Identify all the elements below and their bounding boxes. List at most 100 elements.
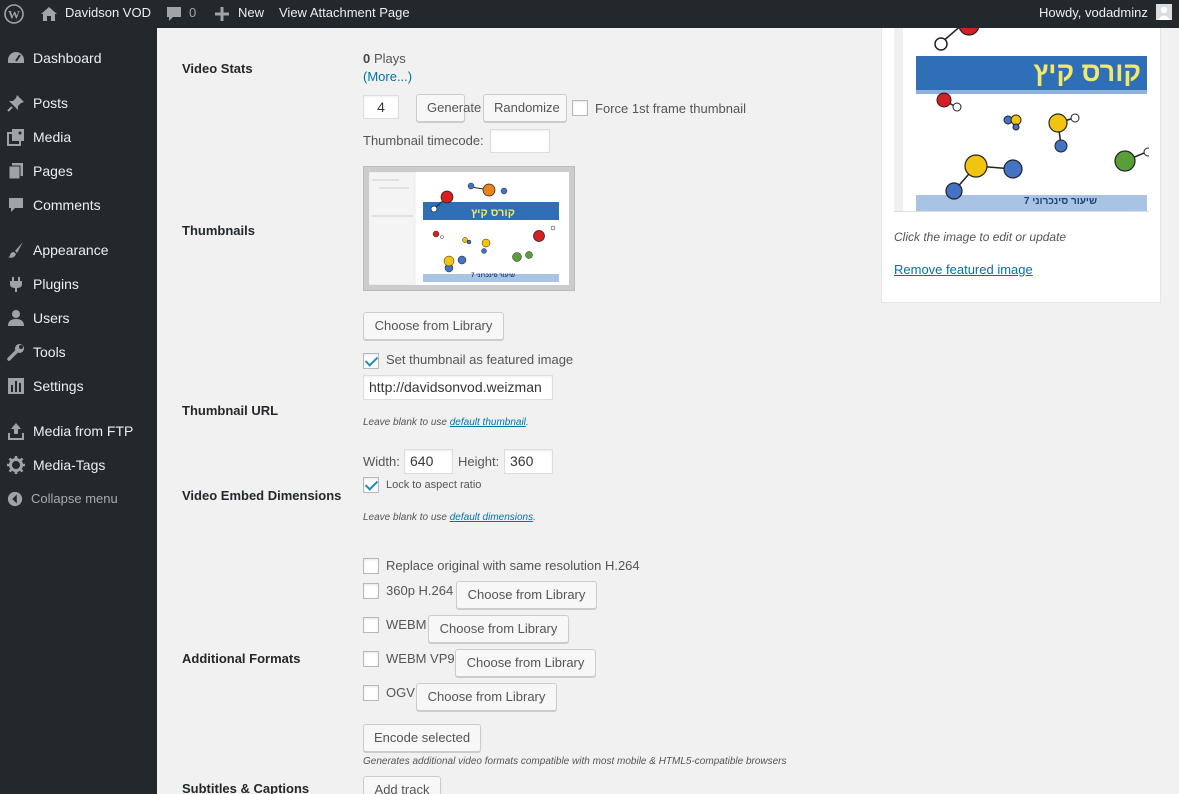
wordpress-logo-icon[interactable]: W: [4, 0, 24, 28]
subtitles-label: Subtitles & Captions: [182, 781, 310, 794]
add-track-button[interactable]: Add track: [363, 776, 441, 794]
encode-selected-button[interactable]: Encode selected: [363, 724, 481, 752]
set-featured-label: Set thumbnail as featured image: [386, 352, 574, 367]
featured-image[interactable]: קורס קיץ שיעור סינכרוני 7: [894, 28, 1149, 212]
admin-sidebar: Dashboard Posts Media Pages Comments App…: [0, 28, 157, 794]
sidebar-item-appearance[interactable]: Appearance: [0, 233, 157, 267]
new-content-link[interactable]: New: [238, 0, 264, 28]
thumbnail-url-hint-prefix: Leave blank to use: [363, 417, 450, 428]
featured-image-hint: Click the image to edit or update: [894, 230, 1067, 244]
choose-webm-vp9-button[interactable]: Choose from Library: [455, 649, 596, 677]
force-first-frame-label: Force 1st frame thumbnail: [595, 101, 747, 116]
sidebar-item-dashboard[interactable]: Dashboard: [0, 41, 157, 75]
thumbnail-timecode-label: Thumbnail timecode:: [363, 133, 484, 148]
comments-icon: [9, 198, 23, 212]
featured-footer-text: שיעור סינכרוני 7: [1023, 196, 1097, 207]
settings-icon: [8, 378, 24, 394]
users-icon: [8, 310, 24, 326]
sidebar-item-tools[interactable]: Tools: [0, 335, 157, 369]
media-icon: [7, 129, 24, 146]
collapse-arrow-icon: [7, 491, 23, 507]
height-input[interactable]: 360: [504, 449, 553, 474]
comments-icon[interactable]: [165, 0, 183, 28]
plays-label: Plays: [374, 51, 406, 66]
replace-original-checkbox[interactable]: [363, 558, 379, 574]
collapse-menu-button[interactable]: Collapse menu: [0, 482, 157, 516]
choose-360p-button[interactable]: Choose from Library: [456, 581, 597, 609]
view-attachment-link[interactable]: View Attachment Page: [279, 0, 410, 28]
howdy-user[interactable]: Howdy, vodadminz: [1039, 0, 1148, 28]
additional-formats-label: Additional Formats: [182, 651, 301, 666]
sidebar-item-comments[interactable]: Comments: [0, 188, 157, 222]
pin-icon: [7, 95, 24, 112]
generate-button[interactable]: Generate: [416, 94, 481, 122]
thumbnail-url-input[interactable]: http://davidsonvod.weizman: [363, 375, 553, 400]
attachment-edit-content: Video Stats 0 Plays (More...) 4 Generate…: [157, 28, 1179, 794]
choose-webm-button[interactable]: Choose from Library: [428, 615, 569, 643]
brush-icon: [8, 242, 23, 258]
gear-icon: [7, 456, 25, 474]
plays-count: 0: [363, 51, 371, 66]
sidebar-item-media-from-ftp[interactable]: Media from FTP: [0, 414, 157, 448]
format-360p-checkbox[interactable]: [363, 583, 379, 599]
width-input[interactable]: 640: [404, 449, 453, 474]
plus-icon[interactable]: [215, 0, 231, 28]
set-featured-checkbox[interactable]: [363, 353, 379, 369]
force-first-frame-checkbox[interactable]: [572, 100, 588, 116]
more-stats-link[interactable]: (More...): [363, 69, 412, 84]
featured-title-text: קורס קיץ: [1033, 57, 1141, 87]
format-ogv-label: OGV: [386, 685, 415, 700]
thumbnail-preview[interactable]: קורס קיץ שיעור סינכרוני 7: [363, 166, 575, 291]
admin-bar: W Davidson VOD 0 New View Attachment Pag…: [0, 0, 1179, 28]
sidebar-item-settings[interactable]: Settings: [0, 369, 157, 403]
sidebar-item-pages[interactable]: Pages: [0, 154, 157, 188]
embed-hint-suffix: .: [533, 512, 536, 523]
embed-dimensions-hint: Leave blank to use default dimensions.: [363, 512, 536, 523]
pages-icon: [8, 163, 23, 180]
sidebar-item-posts[interactable]: Posts: [0, 86, 157, 120]
dashboard-icon: [8, 52, 24, 63]
format-webm-checkbox[interactable]: [363, 617, 379, 633]
format-360p-label: 360p H.264: [386, 583, 454, 598]
width-label: Width:: [363, 454, 400, 469]
format-webm-vp9-label: WEBM VP9: [386, 651, 455, 666]
featured-image-graphic: [894, 28, 1149, 211]
sidebar-item-media-tags[interactable]: Media-Tags: [0, 448, 157, 482]
thumbnail-url-label: Thumbnail URL: [182, 403, 279, 418]
format-ogv-checkbox[interactable]: [363, 685, 379, 701]
thumbnails-label: Thumbnails: [182, 223, 255, 238]
thumbnail-graphic: [369, 172, 569, 285]
thumbnail-count-input[interactable]: 4: [363, 95, 399, 119]
lock-aspect-checkbox[interactable]: [363, 477, 379, 493]
format-webm-vp9-checkbox[interactable]: [363, 651, 379, 667]
video-stats-label: Video Stats: [182, 61, 253, 76]
comments-count[interactable]: 0: [189, 0, 196, 28]
thumbnail-url-hint-suffix: .: [525, 417, 529, 428]
site-name-link[interactable]: Davidson VOD: [65, 0, 151, 28]
thumbnail-footer-text: שיעור סינכרוני 7: [471, 273, 515, 279]
thumbnail-title-text: קורס קיץ: [471, 207, 515, 219]
svg-text:W: W: [8, 8, 20, 22]
embed-hint-prefix: Leave blank to use: [363, 512, 450, 523]
plugin-icon: [10, 277, 22, 292]
default-thumbnail-link[interactable]: default thumbnail: [450, 417, 526, 428]
lock-aspect-label: Lock to aspect ratio: [386, 479, 482, 491]
default-dimensions-link[interactable]: default dimensions: [450, 512, 533, 523]
sidebar-item-plugins[interactable]: Plugins: [0, 267, 157, 301]
sidebar-item-media[interactable]: Media: [0, 120, 157, 154]
sidebar-item-users[interactable]: Users: [0, 301, 157, 335]
choose-ogv-button[interactable]: Choose from Library: [416, 683, 557, 711]
format-webm-label: WEBM: [386, 617, 427, 632]
thumbnail-url-hint: Leave blank to use default thumbnail.: [363, 417, 529, 428]
thumbnail-timecode-input[interactable]: [490, 129, 550, 153]
replace-original-label: Replace original with same resolution H.…: [386, 558, 640, 573]
thumbnail-image: קורס קיץ שיעור סינכרוני 7: [369, 172, 569, 285]
wrench-icon: [7, 344, 24, 361]
avatar[interactable]: [1156, 0, 1172, 28]
embed-dimensions-label: Video Embed Dimensions: [182, 488, 342, 503]
height-label: Height:: [458, 454, 500, 469]
choose-thumbnail-button[interactable]: Choose from Library: [363, 312, 504, 340]
home-icon[interactable]: [40, 0, 58, 28]
remove-featured-image-link[interactable]: Remove featured image: [894, 262, 1033, 277]
randomize-button[interactable]: Randomize: [483, 94, 567, 122]
